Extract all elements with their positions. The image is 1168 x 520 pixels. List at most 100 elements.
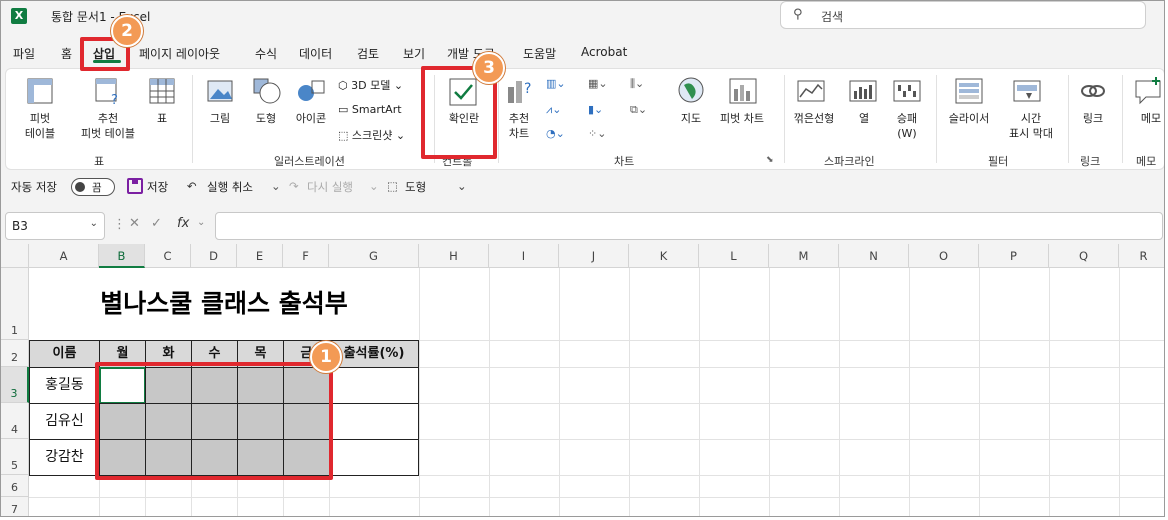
row-header-1[interactable]: 1: [1, 268, 29, 340]
attendance-cell[interactable]: [145, 367, 192, 404]
3d-models-button[interactable]: ⬡ 3D 모델 ⌄: [338, 77, 403, 93]
customize-qat-icon[interactable]: ⌄: [457, 179, 467, 193]
screenshot-button[interactable]: ⬚ 스크린샷 ⌄: [338, 127, 405, 143]
column-header-d[interactable]: D: [191, 244, 237, 268]
column-header-g[interactable]: G: [329, 244, 419, 268]
attendance-rate-cell[interactable]: [329, 367, 419, 404]
pivot-chart-button[interactable]: 피벗 차트: [712, 111, 772, 126]
attendance-cell[interactable]: [283, 403, 330, 440]
line-chart-button[interactable]: ⩘⌄: [546, 103, 561, 117]
shapes-button[interactable]: 도형: [248, 111, 284, 126]
sparkline-column-button[interactable]: 열: [852, 111, 876, 126]
sparkline-winloss-button[interactable]: 승패 (W): [890, 111, 924, 141]
attendance-cell[interactable]: [283, 439, 330, 476]
hierarchy-chart-button[interactable]: ▦⌄: [588, 77, 608, 90]
column-header-q[interactable]: Q: [1049, 244, 1119, 268]
shapes-qat-button[interactable]: 도형: [405, 179, 426, 195]
attendance-cell[interactable]: [191, 439, 238, 476]
picture-button[interactable]: 그림: [202, 111, 238, 126]
search-box[interactable]: ⚲ 검색: [780, 1, 1146, 29]
column-header-r[interactable]: R: [1119, 244, 1164, 268]
select-all-corner[interactable]: [1, 244, 29, 268]
column-header-l[interactable]: L: [699, 244, 769, 268]
save-button[interactable]: 저장: [147, 179, 168, 195]
slicer-button[interactable]: 슬라이서: [940, 111, 998, 126]
sheet-title[interactable]: 별나스쿨 클래스 출석부: [29, 268, 419, 340]
tab-home[interactable]: 홈: [61, 45, 72, 62]
attendance-cell[interactable]: [237, 439, 284, 476]
attendance-cell[interactable]: [99, 403, 146, 440]
tab-help[interactable]: 도움말: [523, 45, 556, 62]
header-mon[interactable]: 월: [99, 340, 146, 368]
student-name-2[interactable]: 김유신: [29, 403, 100, 440]
column-header-h[interactable]: H: [419, 244, 489, 268]
undo-dropdown-icon[interactable]: ⌄: [271, 179, 281, 193]
fx-dropdown-icon[interactable]: ⌄: [197, 217, 205, 228]
link-button[interactable]: 링크: [1078, 111, 1108, 126]
checkbox-button[interactable]: 확인란: [442, 111, 486, 126]
sparkline-line-button[interactable]: 꺾은선형: [786, 111, 842, 126]
scatter-chart-button[interactable]: ⁘⌄: [588, 127, 606, 140]
cell-b3-selected[interactable]: [99, 367, 146, 404]
student-name-1[interactable]: 홍길동: [29, 367, 100, 404]
waterfall-chart-button[interactable]: ⫼⌄: [630, 77, 644, 91]
memo-button[interactable]: 메모: [1136, 111, 1164, 126]
tab-page-layout[interactable]: 페이지 레이아웃: [139, 45, 220, 62]
row-header-3[interactable]: 3: [1, 367, 29, 403]
column-header-n[interactable]: N: [839, 244, 909, 268]
enter-icon[interactable]: ✓: [151, 216, 162, 231]
pie-chart-button[interactable]: ◔⌄: [546, 127, 565, 140]
shapes-qat-icon[interactable]: ⬚: [387, 179, 398, 193]
tab-data[interactable]: 데이터: [299, 45, 332, 62]
header-tue[interactable]: 화: [145, 340, 192, 368]
icons-button[interactable]: 아이콘: [288, 111, 334, 126]
column-header-a[interactable]: A: [29, 244, 99, 268]
autosave-toggle[interactable]: 끔: [71, 178, 115, 196]
recommended-charts-button[interactable]: 추천 차트: [502, 111, 536, 141]
column-header-f[interactable]: F: [283, 244, 329, 268]
tab-view[interactable]: 보기: [403, 45, 425, 62]
header-wed[interactable]: 수: [191, 340, 238, 368]
attendance-cell[interactable]: [191, 403, 238, 440]
dialog-launcher-icon[interactable]: ⬊: [766, 155, 774, 165]
save-icon[interactable]: [127, 178, 143, 194]
table-button[interactable]: 표: [150, 111, 174, 126]
header-name[interactable]: 이름: [29, 340, 100, 368]
tab-formulas[interactable]: 수식: [255, 45, 277, 62]
row-header-6[interactable]: 6: [1, 475, 29, 497]
undo-button[interactable]: 실행 취소: [207, 179, 253, 195]
attendance-cell[interactable]: [99, 439, 146, 476]
column-header-m[interactable]: M: [769, 244, 839, 268]
pivot-table-button[interactable]: 피벗 테이블: [16, 111, 64, 141]
recommended-pivot-button[interactable]: 추천 피벗 테이블: [72, 111, 144, 141]
tab-file[interactable]: 파일: [13, 45, 35, 62]
combo-chart-button[interactable]: ⧉⌄: [630, 103, 647, 117]
smartart-button[interactable]: ▭ SmartArt: [338, 103, 402, 116]
column-header-j[interactable]: J: [559, 244, 629, 268]
attendance-rate-cell[interactable]: [329, 403, 419, 440]
row-header-7[interactable]: 7: [1, 497, 29, 516]
attendance-rate-cell[interactable]: [329, 439, 419, 476]
attendance-cell[interactable]: [145, 439, 192, 476]
column-header-b[interactable]: B: [99, 244, 145, 268]
attendance-cell[interactable]: [237, 403, 284, 440]
column-header-i[interactable]: I: [489, 244, 559, 268]
attendance-cell[interactable]: [237, 367, 284, 404]
row-header-2[interactable]: 2: [1, 340, 29, 367]
name-box[interactable]: B3 ⌄: [5, 212, 105, 240]
attendance-cell[interactable]: [191, 367, 238, 404]
column-header-p[interactable]: P: [979, 244, 1049, 268]
header-attendance-rate[interactable]: 출석률(%): [329, 340, 419, 368]
worksheet-grid[interactable]: A B C D E F G H I J K L M N O P Q R 1 2 …: [1, 244, 1164, 516]
maps-button[interactable]: 지도: [674, 111, 708, 126]
header-thu[interactable]: 목: [237, 340, 284, 368]
column-header-k[interactable]: K: [629, 244, 699, 268]
timeline-button[interactable]: 시간 표시 막대: [1002, 111, 1060, 141]
row-header-4[interactable]: 4: [1, 403, 29, 439]
undo-icon[interactable]: ↶: [187, 179, 197, 193]
tab-acrobat[interactable]: Acrobat: [581, 45, 627, 59]
column-header-o[interactable]: O: [909, 244, 979, 268]
column-header-e[interactable]: E: [237, 244, 283, 268]
cancel-icon[interactable]: ✕: [129, 216, 140, 231]
student-name-3[interactable]: 강감찬: [29, 439, 100, 476]
